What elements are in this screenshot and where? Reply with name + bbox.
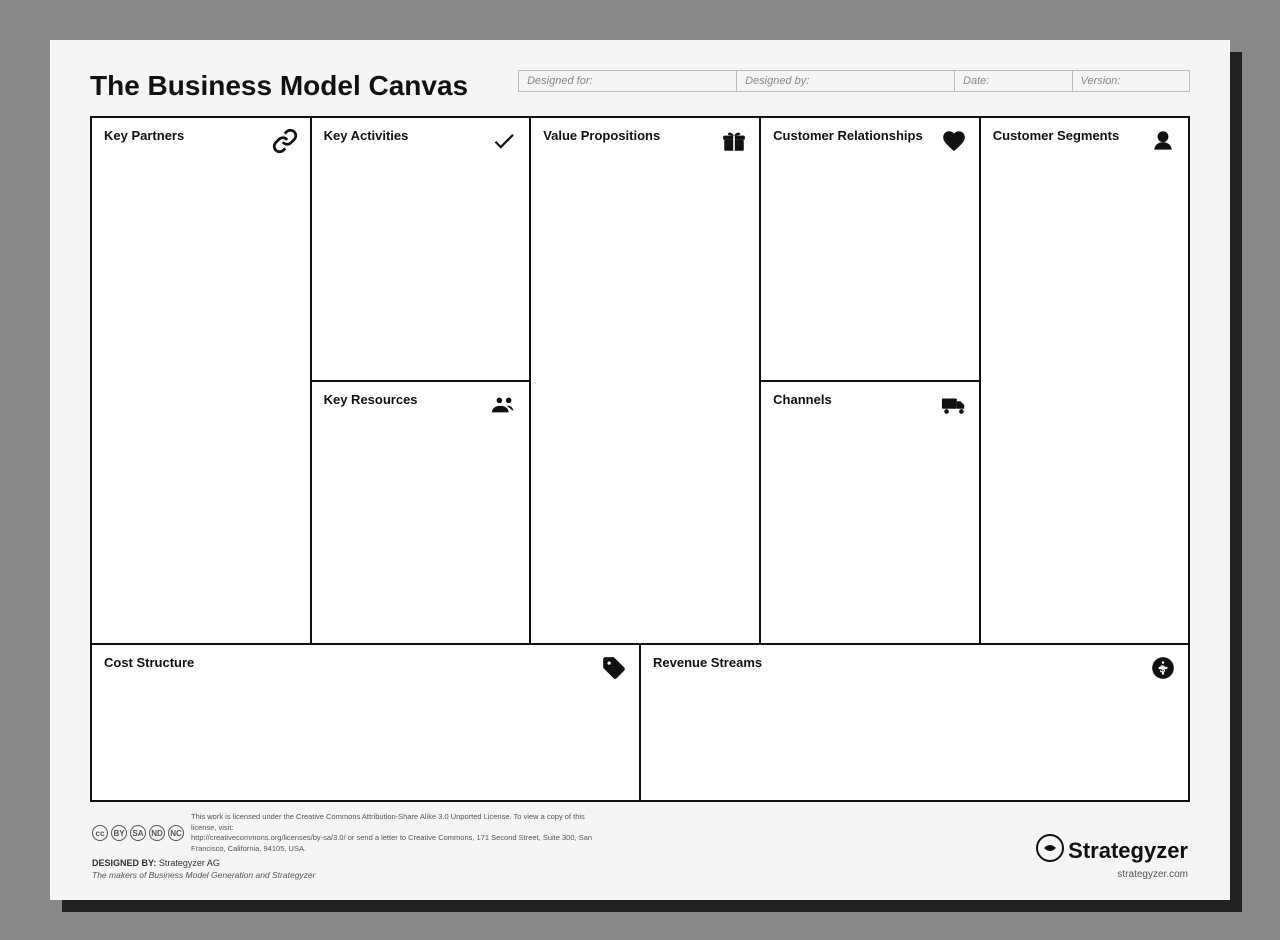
key-partners-column: Key Partners	[92, 118, 312, 643]
coin-icon: $	[1150, 655, 1176, 685]
footer-right: Strategyzer strategyzer.com	[1036, 834, 1188, 880]
footer-left: cc BY SA ND NC This work is licensed und…	[92, 812, 611, 880]
customer-segments-cell[interactable]: Customer Segments	[981, 118, 1188, 643]
revenue-streams-cell[interactable]: Revenue Streams $	[641, 645, 1188, 800]
footer-tagline: The makers of Business Model Generation …	[92, 870, 611, 880]
cc-nc-icon: NC	[168, 825, 184, 841]
cc-sa-icon: SA	[130, 825, 146, 841]
strategyzer-logo-icon	[1036, 834, 1064, 868]
cc-by-icon: BY	[111, 825, 127, 841]
business-model-canvas: Key Partners	[90, 116, 1190, 802]
header: The Business Model Canvas Designed for: …	[90, 70, 1190, 102]
canvas-top: Key Partners	[92, 118, 1188, 645]
cc-icon: cc	[92, 825, 108, 841]
channels-cell[interactable]: Channels	[761, 382, 979, 644]
value-propositions-cell[interactable]: Value Propositions	[531, 118, 759, 643]
key-resources-title: Key Resources	[324, 392, 418, 409]
version-field[interactable]: Version:	[1073, 71, 1189, 91]
customer-relationships-cell[interactable]: Customer Relationships	[761, 118, 979, 382]
page-title: The Business Model Canvas	[90, 70, 468, 102]
designed-by-field[interactable]: Designed by:	[737, 71, 955, 91]
value-propositions-column: Value Propositions	[531, 118, 761, 643]
value-propositions-title: Value Propositions	[543, 128, 660, 145]
heart-icon	[941, 128, 967, 158]
revenue-streams-title: Revenue Streams	[653, 655, 762, 670]
designed-for-field[interactable]: Designed for:	[519, 71, 737, 91]
channels-title: Channels	[773, 392, 832, 409]
customer-segments-column: Customer Segments	[981, 118, 1188, 643]
people-icon	[491, 392, 517, 422]
designed-by: DESIGNED BY: Strategyzer AG	[92, 858, 611, 868]
cost-structure-title: Cost Structure	[104, 655, 194, 670]
date-field[interactable]: Date:	[955, 71, 1072, 91]
key-activities-cell[interactable]: Key Activities	[312, 118, 530, 382]
key-partners-title: Key Partners	[104, 128, 184, 145]
canvas-bottom: Cost Structure Revenue Streams	[92, 645, 1188, 800]
tag-icon	[601, 655, 627, 685]
key-resources-cell[interactable]: Key Resources	[312, 382, 530, 644]
customer-segments-title: Customer Segments	[993, 128, 1119, 145]
cr-channels-column: Customer Relationships Channels	[761, 118, 981, 643]
strategyzer-logo: Strategyzer	[1036, 834, 1188, 868]
strategyzer-name: Strategyzer	[1068, 838, 1188, 864]
key-activities-resources-column: Key Activities Key Resources	[312, 118, 532, 643]
license-text: This work is licensed under the Creative…	[191, 812, 611, 854]
cost-structure-cell[interactable]: Cost Structure	[92, 645, 641, 800]
key-activities-title: Key Activities	[324, 128, 409, 145]
cc-icons: cc BY SA ND NC This work is licensed und…	[92, 812, 611, 854]
footer: cc BY SA ND NC This work is licensed und…	[90, 812, 1190, 880]
footer-url: strategyzer.com	[1036, 869, 1188, 880]
customer-relationships-title: Customer Relationships	[773, 128, 923, 145]
svg-text:$: $	[1160, 664, 1166, 675]
header-fields: Designed for: Designed by: Date: Version…	[518, 70, 1190, 92]
checkmark-icon	[491, 128, 517, 158]
user-icon	[1150, 128, 1176, 158]
key-partners-cell[interactable]: Key Partners	[92, 118, 310, 643]
truck-icon	[941, 392, 967, 422]
link-icon	[272, 128, 298, 158]
cc-nd-icon: ND	[149, 825, 165, 841]
gift-icon	[721, 128, 747, 158]
